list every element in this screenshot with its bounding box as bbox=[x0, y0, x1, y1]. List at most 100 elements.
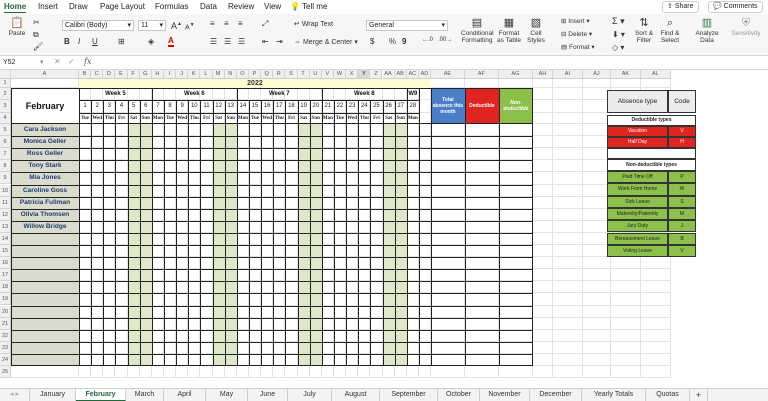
clear-icon[interactable]: ◇ ▾ bbox=[612, 43, 624, 52]
sheet-tab-march[interactable]: March bbox=[126, 389, 164, 401]
sheet-tab-june[interactable]: June bbox=[248, 389, 288, 401]
employee-name[interactable]: Cara Jackson bbox=[11, 124, 79, 136]
sensitivity-button[interactable]: ⛨ Sensitivity bbox=[728, 17, 764, 37]
format-as-table-button[interactable]: ▦ Format as Table bbox=[495, 17, 523, 44]
column-header[interactable]: W bbox=[333, 70, 347, 79]
date-cell[interactable]: 21 bbox=[322, 100, 334, 113]
date-cell[interactable]: 24 bbox=[358, 100, 370, 113]
align-center-icon[interactable]: ☰ bbox=[224, 37, 231, 46]
row-header[interactable]: 1 bbox=[0, 79, 11, 88]
row-header[interactable]: 16 bbox=[0, 257, 11, 270]
row-header[interactable]: 23 bbox=[0, 341, 11, 354]
date-cell[interactable]: 11 bbox=[200, 100, 212, 113]
comma-button[interactable]: 9 bbox=[402, 37, 406, 46]
date-cell[interactable]: 16 bbox=[261, 100, 273, 113]
column-header[interactable]: AK bbox=[610, 70, 641, 79]
column-header[interactable]: J bbox=[176, 70, 189, 79]
row-header[interactable]: 6 bbox=[0, 136, 11, 149]
date-cell[interactable]: 22 bbox=[334, 100, 346, 113]
column-header[interactable]: N bbox=[224, 70, 237, 79]
comments-button[interactable]: 💬 Comments bbox=[708, 1, 763, 13]
align-right-icon[interactable]: ☰ bbox=[238, 37, 245, 46]
ribbon-tab-formulas[interactable]: Formulas bbox=[155, 2, 188, 11]
date-cell[interactable]: 6 bbox=[140, 100, 152, 113]
worksheet-grid[interactable]: A B C D E F G H I J K L M N O P Q R S T U V W X Y Z AA AB AC AD AE AF AG… bbox=[0, 70, 768, 388]
row-header[interactable]: 9 bbox=[0, 172, 11, 185]
column-header[interactable]: H bbox=[151, 70, 164, 79]
date-cell[interactable]: 13 bbox=[225, 100, 237, 113]
ribbon-tab-draw[interactable]: Draw bbox=[69, 2, 88, 11]
delete-cells-button[interactable]: ⊟ Delete ▾ bbox=[561, 30, 592, 39]
copy-icon[interactable]: ⧉ bbox=[33, 30, 39, 39]
fill-color-icon[interactable]: ◈ bbox=[148, 37, 154, 46]
column-header[interactable]: AE bbox=[430, 70, 465, 79]
cancel-icon[interactable]: ✕ bbox=[54, 57, 61, 66]
sheet-tab-yearly-totals[interactable]: Yearly Totals bbox=[582, 389, 646, 401]
tell-me-search[interactable]: 💡 Tell me bbox=[290, 2, 327, 11]
sheet-tab-february[interactable]: February bbox=[76, 389, 126, 401]
cut-icon[interactable]: ✂ bbox=[33, 18, 40, 27]
font-color-icon[interactable]: A bbox=[168, 37, 174, 47]
sheet-tab-september[interactable]: September bbox=[380, 389, 438, 401]
date-cell[interactable]: 27 bbox=[395, 100, 407, 113]
sheet-tab-april[interactable]: April bbox=[164, 389, 206, 401]
autosum-icon[interactable]: Σ ▾ bbox=[612, 17, 625, 26]
font-name-select[interactable]: Calibri (Body) ▾ bbox=[62, 20, 134, 31]
align-left-icon[interactable]: ☰ bbox=[210, 37, 217, 46]
currency-button[interactable]: $ bbox=[370, 37, 374, 46]
column-header[interactable]: X bbox=[346, 70, 359, 79]
row-header[interactable]: 5 bbox=[0, 124, 11, 137]
column-header[interactable]: Z bbox=[370, 70, 383, 79]
sheet-tab-august[interactable]: August bbox=[332, 389, 380, 401]
date-cell[interactable]: 26 bbox=[383, 100, 395, 113]
column-header[interactable]: T bbox=[297, 70, 310, 79]
insert-cells-button[interactable]: ⊞ Insert ▾ bbox=[561, 17, 590, 26]
ribbon-tab-page-layout[interactable]: Page Layout bbox=[100, 2, 145, 11]
ribbon-tab-review[interactable]: Review bbox=[228, 2, 254, 11]
align-middle-icon[interactable]: ≡ bbox=[224, 19, 229, 28]
column-header[interactable]: Q bbox=[261, 70, 274, 79]
column-header[interactable]: M bbox=[212, 70, 225, 79]
column-header[interactable]: AG bbox=[498, 70, 533, 79]
orientation-icon[interactable]: ⤢ bbox=[262, 19, 268, 28]
row-header[interactable]: 4 bbox=[0, 113, 11, 124]
cell-styles-button[interactable]: ▧ Cell Styles bbox=[525, 17, 547, 44]
ribbon-tab-insert[interactable]: Insert bbox=[38, 2, 58, 11]
row-header[interactable]: 7 bbox=[0, 148, 11, 161]
date-cell[interactable]: 1 bbox=[79, 100, 91, 113]
number-format-select[interactable]: General ▾ bbox=[366, 20, 448, 31]
column-header[interactable]: V bbox=[321, 70, 334, 79]
sheet-tab-november[interactable]: November bbox=[480, 389, 530, 401]
row-header[interactable]: 11 bbox=[0, 196, 11, 209]
row-header[interactable]: 20 bbox=[0, 305, 11, 318]
column-header[interactable]: A bbox=[11, 70, 79, 79]
column-header[interactable]: AD bbox=[418, 70, 431, 79]
column-header[interactable]: G bbox=[139, 70, 152, 79]
merge-center-button[interactable]: ⇔ Merge & Center ▾ bbox=[294, 38, 358, 47]
enter-icon[interactable]: ✓ bbox=[68, 57, 75, 66]
format-painter-icon[interactable]: 🖌 bbox=[33, 42, 43, 51]
ribbon-tab-view[interactable]: View bbox=[264, 2, 281, 11]
row-header[interactable]: 22 bbox=[0, 329, 11, 342]
font-size-select[interactable]: 11 ▾ bbox=[138, 20, 166, 31]
row-header[interactable]: 12 bbox=[0, 208, 11, 221]
sort-filter-button[interactable]: ⇅ Sort & Filter bbox=[632, 17, 656, 44]
column-header[interactable]: AA bbox=[382, 70, 395, 79]
borders-icon[interactable]: ⊞ bbox=[118, 37, 125, 46]
employee-name[interactable]: Willow Bridge bbox=[11, 221, 79, 233]
percent-button[interactable]: % bbox=[389, 37, 396, 46]
column-header[interactable]: U bbox=[309, 70, 322, 79]
align-top-icon[interactable]: ≡ bbox=[210, 19, 215, 28]
italic-button[interactable]: I bbox=[78, 37, 80, 46]
sheet-tab-january[interactable]: January bbox=[30, 389, 76, 401]
fill-icon[interactable]: ⬇ ▾ bbox=[612, 30, 625, 39]
row-header[interactable]: 17 bbox=[0, 269, 11, 282]
date-cell[interactable]: 7 bbox=[152, 100, 164, 113]
sheet-tab-december[interactable]: December bbox=[530, 389, 582, 401]
ribbon-tab-data[interactable]: Data bbox=[200, 2, 217, 11]
sheet-tab-october[interactable]: October bbox=[438, 389, 480, 401]
column-header[interactable]: AJ bbox=[582, 70, 611, 79]
row-header[interactable]: 14 bbox=[0, 232, 11, 245]
column-header[interactable]: R bbox=[273, 70, 286, 79]
conditional-formatting-button[interactable]: ▤ Conditional Formatting bbox=[461, 17, 494, 44]
